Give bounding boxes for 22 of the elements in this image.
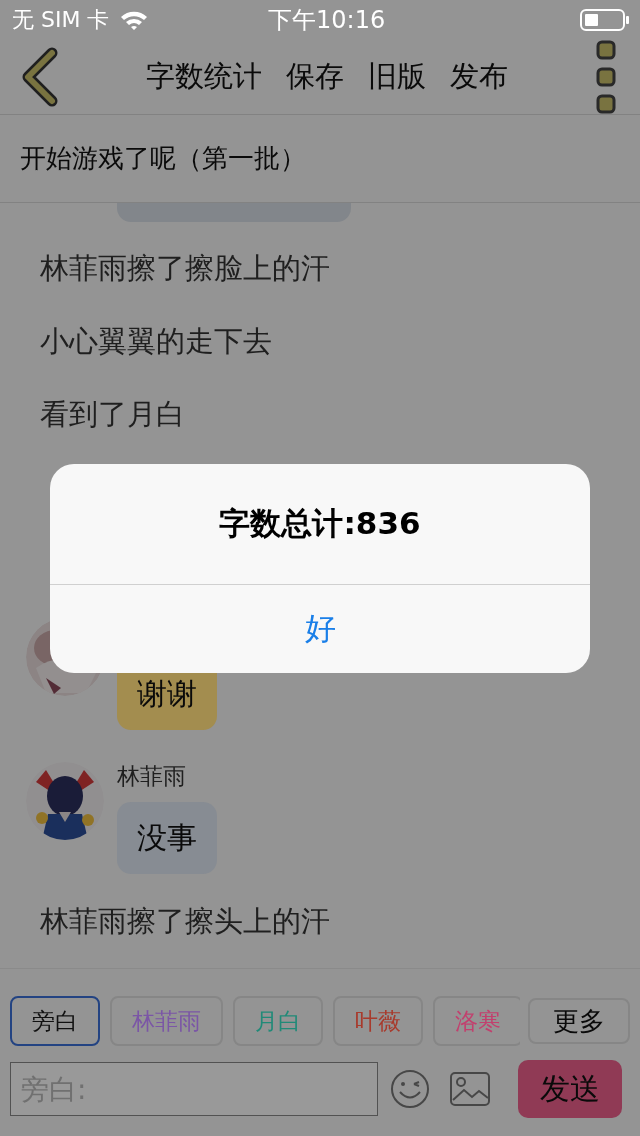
- time-text: 下午10:16: [268, 5, 386, 36]
- narration-text: 林菲雨擦了擦头上的汗: [40, 902, 330, 940]
- battery-icon: [580, 8, 630, 32]
- more-menu-icon[interactable]: [596, 40, 616, 114]
- toolbar-button[interactable]: 旧版: [360, 57, 434, 97]
- chapter-title: 开始游戏了呢（第一批）: [20, 142, 306, 175]
- narration-text: 小心翼翼的走下去: [40, 322, 272, 360]
- more-button[interactable]: 更多: [528, 998, 630, 1044]
- toolbar-button[interactable]: 发布: [442, 57, 516, 97]
- wifi-icon: [119, 9, 150, 31]
- narration-text: 看到了月白: [40, 395, 185, 433]
- back-icon[interactable]: [20, 47, 60, 107]
- emoji-icon[interactable]: [390, 1069, 430, 1109]
- carrier-text: 无 SIM 卡: [12, 6, 110, 34]
- image-icon[interactable]: [450, 1072, 490, 1106]
- toolbar-button[interactable]: 保存: [278, 57, 352, 97]
- alert-title: 字数总计:836: [50, 464, 590, 585]
- narration-text: 林菲雨擦了擦脸上的汗: [40, 249, 330, 287]
- role-tab[interactable]: 旁白: [10, 996, 100, 1046]
- chat-bubble: 没事: [117, 802, 217, 874]
- toolbar-button[interactable]: 字数统计: [138, 57, 270, 97]
- speaker-name: 林菲雨: [117, 761, 186, 791]
